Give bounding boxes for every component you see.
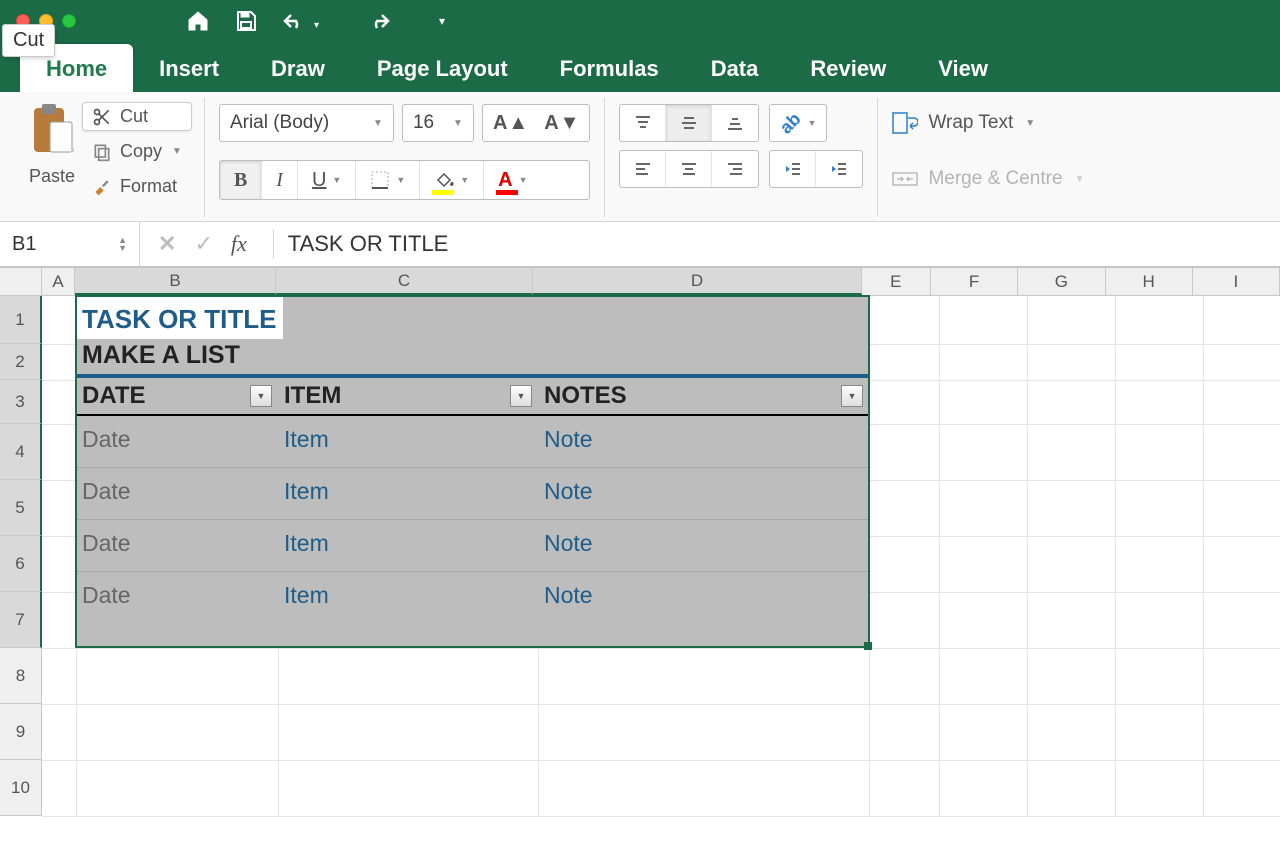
select-all-corner[interactable]	[0, 268, 42, 295]
copy-icon	[92, 142, 112, 162]
paste-label: Paste	[29, 166, 75, 187]
decrease-indent-button[interactable]	[770, 151, 816, 187]
tab-review[interactable]: Review	[784, 44, 912, 92]
home-icon[interactable]	[184, 7, 212, 35]
clipboard-icon	[28, 102, 76, 158]
undo-dropdown-caret[interactable]: ▾	[314, 20, 319, 31]
tab-draw[interactable]: Draw	[245, 44, 351, 92]
cut-button[interactable]: Cut	[82, 102, 192, 131]
tab-view[interactable]: View	[912, 44, 1014, 92]
col-header-a[interactable]: A	[42, 268, 76, 295]
col-header-h[interactable]: H	[1106, 268, 1193, 295]
underline-button[interactable]: U▼	[298, 161, 356, 199]
cancel-formula-icon[interactable]: ✕	[158, 231, 176, 257]
merge-icon	[892, 168, 918, 190]
row-header-10[interactable]: 10	[0, 760, 42, 816]
row-header-4[interactable]: 4	[0, 424, 42, 480]
paintbrush-icon	[92, 177, 112, 197]
increase-indent-button[interactable]	[816, 151, 862, 187]
row-header-6[interactable]: 6	[0, 536, 42, 592]
font-color-button[interactable]: A ▼	[484, 161, 541, 199]
ribbon-tabs: Home Insert Draw Page Layout Formulas Da…	[0, 42, 1280, 92]
fx-label[interactable]: fx	[231, 231, 247, 257]
row-header-3[interactable]: 3	[0, 380, 42, 424]
align-right-button[interactable]	[712, 151, 758, 187]
col-header-d[interactable]: D	[533, 268, 861, 295]
row-header-9[interactable]: 9	[0, 704, 42, 760]
paste-button[interactable]: Paste	[22, 98, 82, 217]
selection-fill-handle[interactable]	[864, 642, 872, 650]
tab-insert[interactable]: Insert	[133, 44, 245, 92]
align-left-button[interactable]	[620, 151, 666, 187]
col-header-e[interactable]: E	[862, 268, 931, 295]
scissors-icon	[92, 107, 112, 127]
border-button[interactable]: ▼	[356, 161, 420, 199]
row-header-8[interactable]: 8	[0, 648, 42, 704]
fill-color-button[interactable]: ▼	[420, 161, 484, 199]
format-painter-button[interactable]: Format	[82, 172, 192, 201]
font-size-combo[interactable]: 16▼	[402, 104, 474, 142]
wrap-text-icon	[892, 112, 918, 134]
formula-bar: B1 ▲▼ ✕ ✓ fx TASK OR TITLE	[0, 222, 1280, 268]
decrease-font-button[interactable]: A▼	[544, 112, 579, 135]
titlebar: ▾ ▾ Cut	[0, 0, 1280, 42]
align-center-button[interactable]	[666, 151, 712, 187]
row-header-5[interactable]: 5	[0, 480, 42, 536]
tab-page-layout[interactable]: Page Layout	[351, 44, 534, 92]
redo-icon[interactable]	[365, 7, 393, 35]
orientation-button[interactable]: ab▼	[769, 104, 827, 142]
col-header-g[interactable]: G	[1018, 268, 1105, 295]
copy-button[interactable]: Copy ▼	[82, 137, 192, 166]
save-icon[interactable]	[232, 7, 260, 35]
row-header-1[interactable]: 1	[0, 296, 42, 344]
font-name-combo[interactable]: Arial (Body)▼	[219, 104, 394, 142]
paint-bucket-icon	[434, 170, 454, 190]
spreadsheet-grid[interactable]: A B C D E F G H I 1 2 3 4 5 6 7 8 9 10	[0, 268, 1280, 816]
undo-icon[interactable]	[280, 7, 308, 35]
col-header-b[interactable]: B	[75, 268, 275, 295]
cut-tooltip: Cut	[2, 24, 55, 57]
confirm-formula-icon[interactable]: ✓	[194, 231, 212, 257]
bold-button[interactable]: B	[220, 161, 262, 199]
name-box[interactable]: B1 ▲▼	[0, 222, 140, 266]
align-middle-button[interactable]	[666, 105, 712, 141]
window-maximize-button[interactable]	[62, 14, 76, 28]
tab-data[interactable]: Data	[685, 44, 785, 92]
align-top-button[interactable]	[620, 105, 666, 141]
ribbon: Paste Cut Copy ▼ Format Arial (Body)▼	[0, 92, 1280, 222]
wrap-text-button[interactable]: Wrap Text▼	[892, 104, 1084, 142]
align-bottom-button[interactable]	[712, 105, 758, 141]
row-header-2[interactable]: 2	[0, 344, 42, 380]
tab-formulas[interactable]: Formulas	[534, 44, 685, 92]
col-header-f[interactable]: F	[931, 268, 1018, 295]
cell-selection	[75, 295, 870, 648]
merge-centre-button[interactable]: Merge & Centre▼	[892, 160, 1084, 198]
border-icon	[370, 170, 390, 190]
row-header-7[interactable]: 7	[0, 592, 42, 648]
qat-customize-icon[interactable]: ▾	[439, 14, 445, 28]
italic-button[interactable]: I	[262, 161, 298, 199]
increase-font-button[interactable]: A▲	[493, 112, 528, 135]
col-header-i[interactable]: I	[1193, 268, 1280, 295]
formula-input[interactable]: TASK OR TITLE	[282, 231, 1280, 257]
col-header-c[interactable]: C	[276, 268, 534, 295]
